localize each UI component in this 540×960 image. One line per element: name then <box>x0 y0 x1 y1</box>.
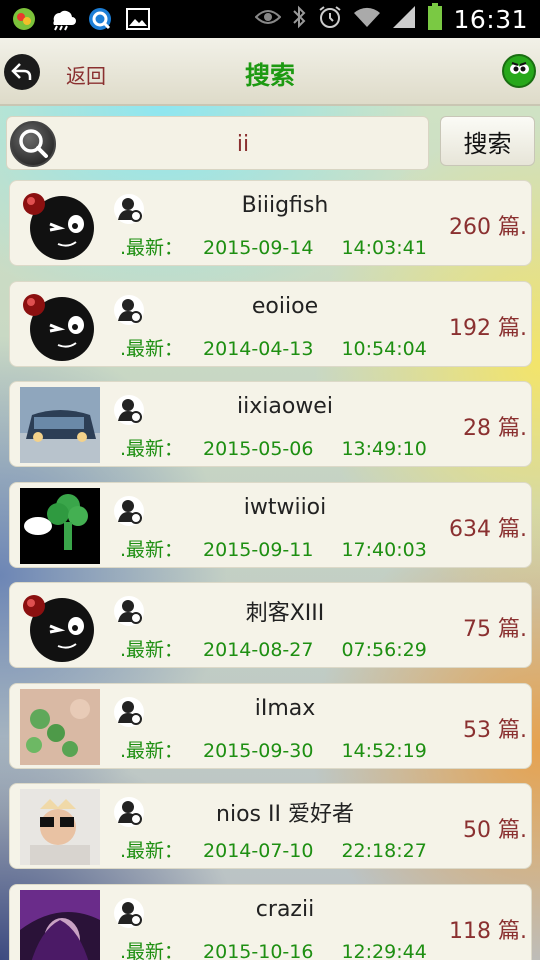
post-count: 75 篇. <box>463 617 527 642</box>
post-count: 634 篇. <box>449 516 527 542</box>
wifi-icon <box>353 5 381 33</box>
latest-timestamp: .最新： 2015-09-11 17:40:03 <box>120 535 427 562</box>
search-button[interactable]: 搜索 <box>440 116 535 166</box>
list-item[interactable]: iImax .最新： 2015-09-30 14:52:19 53 篇. <box>9 682 532 769</box>
user-name: nios II 爱好者 <box>216 802 354 827</box>
signal-icon <box>391 5 417 33</box>
latest-time: 17:40:03 <box>341 538 427 561</box>
user-icon <box>114 495 144 526</box>
latest-timestamp: .最新： 2015-10-16 12:29:44 <box>120 937 427 960</box>
app-notification-icon <box>10 5 38 33</box>
latest-time: 07:56:29 <box>341 639 427 661</box>
user-name: iImax <box>254 695 316 721</box>
latest-label: .最新： <box>120 840 184 862</box>
post-count: 118 篇. <box>449 918 527 944</box>
user-icon <box>114 596 144 626</box>
latest-date: 2014-07-10 <box>203 840 314 862</box>
eye-icon <box>255 8 282 30</box>
bluetooth-icon <box>291 4 307 34</box>
latest-timestamp: .最新： 2014-07-10 22:18:27 <box>120 836 427 863</box>
search-icon[interactable] <box>10 121 56 167</box>
search-box <box>6 116 429 171</box>
user-icon <box>114 194 144 224</box>
post-count: 28 篇. <box>463 416 527 441</box>
latest-date: 2015-05-06 <box>203 438 314 460</box>
latest-time: 14:52:19 <box>341 739 427 762</box>
content-area: 搜索 Biiigfish .最新： 2015-09-14 14:03:41 260 篇.… <box>0 106 540 960</box>
latest-label: .最新： <box>120 237 184 259</box>
post-count: 50 篇. <box>463 818 527 843</box>
latest-date: 2014-04-13 <box>203 337 314 360</box>
latest-date: 2015-09-14 <box>203 237 314 259</box>
user-icon <box>114 294 144 325</box>
list-item[interactable]: nios II 爱好者 .最新： 2014-07-10 22:18:27 50 篇. <box>9 783 532 869</box>
latest-date: 2015-10-16 <box>203 940 314 960</box>
post-count: 192 篇. <box>449 315 527 341</box>
latest-timestamp: .最新： 2015-05-06 13:49:10 <box>120 434 427 461</box>
latest-label: .最新： <box>120 538 184 561</box>
latest-timestamp: .最新： 2014-08-27 07:56:29 <box>120 635 427 662</box>
user-icon <box>114 395 144 425</box>
user-name: crazii <box>255 896 315 922</box>
user-name: iixiaowei <box>237 394 333 419</box>
post-count: 260 篇. <box>449 215 527 240</box>
list-item[interactable]: 刺客XIII .最新： 2014-08-27 07:56:29 75 篇. <box>9 582 532 668</box>
status-time: 16:31 <box>453 4 528 34</box>
latest-label: .最新： <box>120 639 184 661</box>
bomb-avatar <box>20 186 100 262</box>
latest-date: 2014-08-27 <box>203 639 314 661</box>
page-title: 搜索 <box>244 61 295 90</box>
latest-label: .最新： <box>120 438 184 460</box>
browser-icon <box>86 5 114 33</box>
list-item[interactable]: iixiaowei .最新： 2015-05-06 13:49:10 28 篇. <box>9 381 532 467</box>
list-item[interactable]: crazii .最新： 2015-10-16 12:29:44 118 篇. <box>9 883 532 960</box>
image-icon <box>124 5 152 33</box>
latest-date: 2015-09-30 <box>203 739 314 762</box>
bomb-avatar <box>20 588 100 664</box>
search-input[interactable] <box>63 117 423 171</box>
latest-label: .最新： <box>120 739 184 762</box>
latest-time: 14:03:41 <box>341 237 427 259</box>
user-name: 刺客XIII <box>245 601 325 626</box>
user-icon <box>114 897 144 928</box>
baby-photo-avatar <box>20 789 100 865</box>
leaves-photo-avatar <box>20 688 100 765</box>
list-item[interactable]: iwtwiioi .最新： 2015-09-11 17:40:03 634 篇. <box>9 481 532 568</box>
latest-time: 12:29:44 <box>341 940 427 960</box>
app-logo-icon[interactable] <box>502 54 536 88</box>
broccoli-avatar <box>20 487 100 564</box>
user-name: Biiigfish <box>241 193 329 218</box>
latest-timestamp: .最新： 2015-09-14 14:03:41 <box>120 233 427 260</box>
battery-icon <box>427 3 443 35</box>
user-icon <box>114 797 144 827</box>
car-photo-avatar <box>20 387 100 463</box>
latest-label: .最新： <box>120 337 184 360</box>
anime-avatar <box>20 889 100 960</box>
cloud-icon <box>48 5 76 33</box>
latest-time: 22:18:27 <box>341 840 427 862</box>
alarm-icon <box>317 4 343 34</box>
bomb-avatar <box>20 287 100 363</box>
list-item[interactable]: eoiioe .最新： 2014-04-13 10:54:04 192 篇. <box>9 280 532 367</box>
latest-date: 2015-09-11 <box>203 538 314 561</box>
status-bar: 16:31 <box>0 0 540 38</box>
latest-timestamp: .最新： 2015-09-30 14:52:19 <box>120 736 427 763</box>
latest-time: 10:54:04 <box>341 337 427 360</box>
list-item[interactable]: Biiigfish .最新： 2015-09-14 14:03:41 260 篇. <box>9 180 532 266</box>
post-count: 53 篇. <box>463 717 527 743</box>
latest-time: 13:49:10 <box>341 438 427 460</box>
latest-label: .最新： <box>120 940 184 960</box>
user-name: eoiioe <box>251 293 319 319</box>
latest-timestamp: .最新： 2014-04-13 10:54:04 <box>120 334 427 361</box>
title-bar: 返回 搜索 <box>0 38 540 106</box>
user-name: iwtwiioi <box>243 494 327 520</box>
user-icon <box>114 696 144 727</box>
